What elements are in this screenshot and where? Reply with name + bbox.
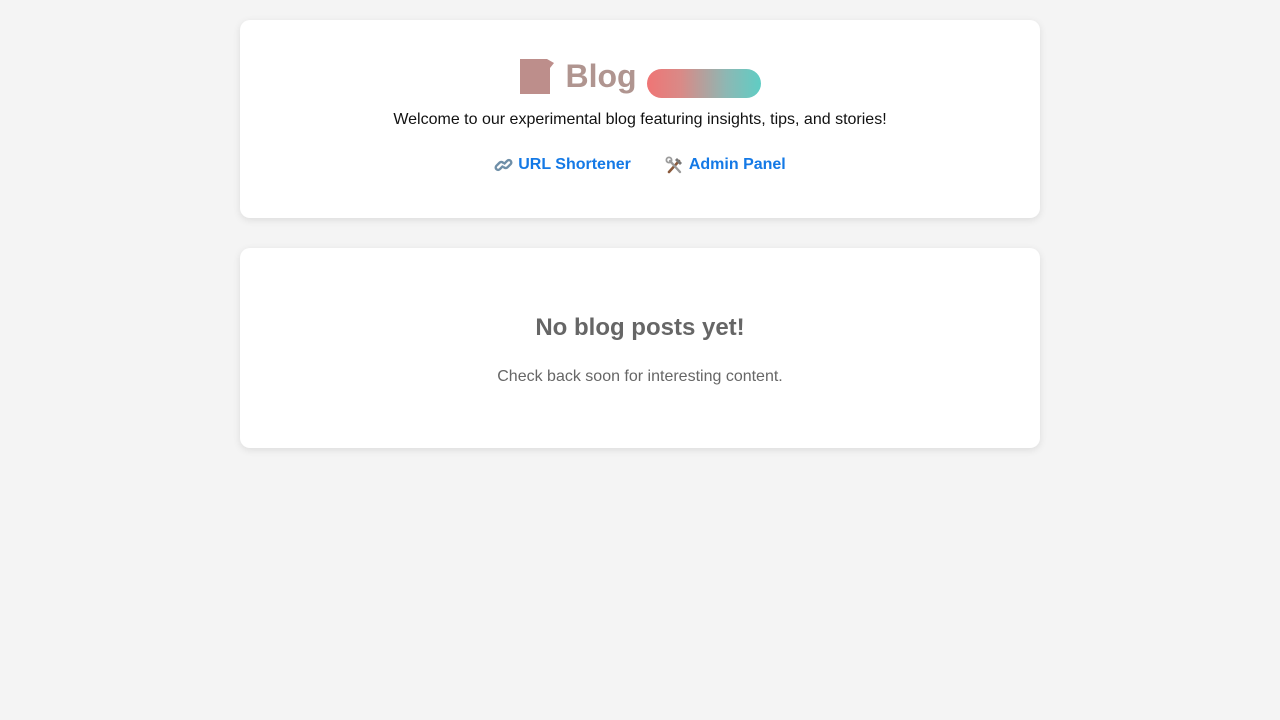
posts-card: No blog posts yet! Check back soon for i…	[240, 248, 1040, 448]
gradient-badge	[646, 68, 761, 98]
empty-state-message: Check back soon for interesting content.	[497, 368, 783, 385]
url-shortener-label: URL Shortener	[518, 156, 631, 173]
title-row: Blog	[240, 56, 1040, 98]
admin-panel-label: Admin Panel	[688, 156, 786, 173]
page-title: Blog	[565, 58, 637, 94]
nav-links: URL Shortener Admin Panel	[240, 156, 1040, 174]
header-card: Blog Welcome to our experimental blog fe…	[240, 20, 1040, 218]
page-container: Blog Welcome to our experimental blog fe…	[240, 20, 1040, 448]
welcome-text: Welcome to our experimental blog featuri…	[393, 111, 887, 128]
empty-state-title: No blog posts yet!	[535, 314, 745, 341]
admin-panel-link[interactable]: Admin Panel	[665, 156, 786, 174]
link-icon	[494, 156, 514, 174]
url-shortener-link[interactable]: URL Shortener	[494, 156, 631, 174]
memo-icon	[519, 58, 555, 94]
tools-icon	[665, 156, 685, 174]
